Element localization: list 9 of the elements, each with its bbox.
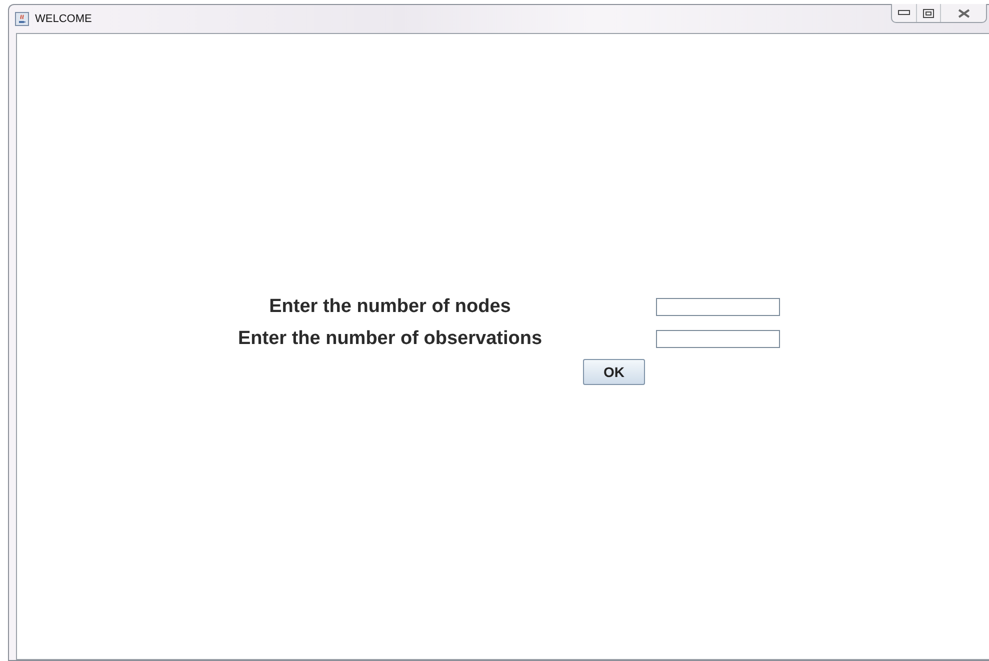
field-label: Enter the number of observations [236,330,544,348]
window-title: WELCOME [35,13,92,25]
close-icon [958,8,970,18]
minimize-icon [898,10,910,16]
input-field[interactable] [656,330,780,348]
ok-button[interactable]: OK [583,359,645,385]
maximize-icon [923,8,934,18]
field-label: Enter the number of nodes [268,298,512,316]
input-field[interactable] [656,298,780,316]
